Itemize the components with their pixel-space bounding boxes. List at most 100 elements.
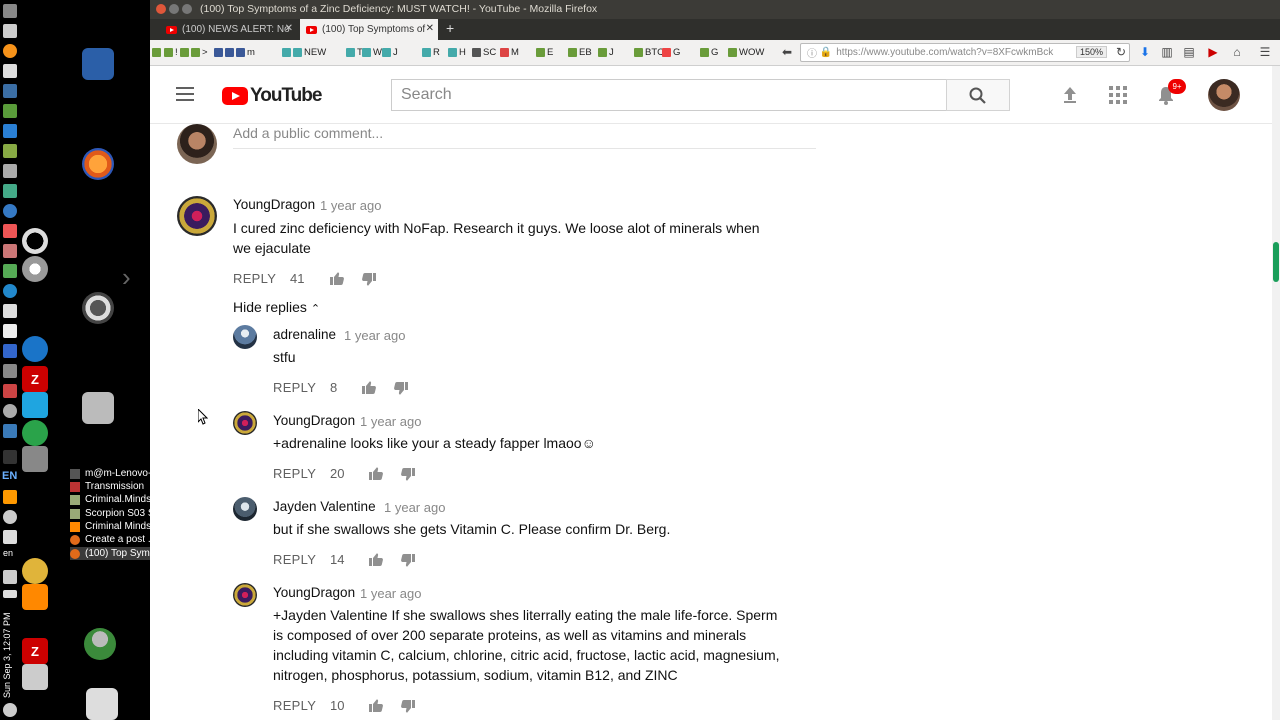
dogecoin-icon[interactable] [22,558,48,584]
scrollbar-thumb[interactable] [1273,242,1279,282]
reply-button[interactable]: REPLY [233,271,276,286]
bookmark[interactable]: ! [164,46,178,59]
url-bar[interactable]: ⓘ 🔒 https://www.youtube.com/watch?v=8XFc… [800,43,1130,62]
add-comment-input[interactable]: Add a public comment... [233,125,816,149]
home-icon[interactable]: ⌂ [1230,45,1244,59]
thumbs-down-icon[interactable] [400,467,416,483]
app-icon[interactable] [22,446,48,472]
bookmark[interactable]: G [662,46,680,59]
comment-author[interactable]: YoungDragon [233,197,315,212]
account-avatar[interactable] [1208,79,1240,111]
language-indicator[interactable]: en [3,548,13,558]
app-icon[interactable] [3,64,17,78]
search-button[interactable] [946,79,1010,111]
app-icon[interactable] [3,164,17,178]
vlc-icon[interactable] [22,584,48,610]
bookmark[interactable]: J [598,46,614,59]
close-window-button[interactable] [156,4,166,14]
app-icon[interactable] [3,264,17,278]
telegram-icon[interactable] [22,420,48,446]
reply-avatar[interactable] [233,497,257,521]
app-icon[interactable] [22,392,48,418]
sync-icon[interactable]: ▤ [1182,45,1196,59]
close-icon[interactable]: ✕ [426,23,434,34]
filezilla-icon[interactable]: Z [22,638,48,664]
reply-avatar[interactable] [233,411,257,435]
reply-author[interactable]: Jayden Valentine [273,499,376,514]
app-icon[interactable] [3,204,17,218]
thumbs-down-icon[interactable] [400,699,416,715]
youtube-bookmark-icon[interactable]: ▶ [1206,45,1220,59]
app-icon[interactable] [3,404,17,418]
app-icon[interactable] [3,490,17,504]
youtube-logo[interactable]: YouTube [222,85,322,107]
reply-time[interactable]: 1 year ago [344,328,405,343]
bookmark[interactable]: WOW [728,46,764,59]
thumbs-up-icon[interactable] [368,465,384,481]
atom-icon[interactable] [22,336,48,362]
app-icon[interactable] [3,304,17,318]
bookmark[interactable]: T [346,46,363,59]
bookmark[interactable]: SC [472,46,496,59]
ubuntu-icon[interactable] [82,292,114,324]
wifi-icon[interactable] [3,510,17,524]
bookmark[interactable]: W [362,46,382,59]
bookmark[interactable]: R [422,46,440,59]
reload-icon[interactable]: ↻ [1114,45,1128,59]
bookmark[interactable]: > [180,46,208,59]
bookmark[interactable]: EB [568,46,592,59]
firefox-icon[interactable] [82,148,114,180]
hamburger-menu-icon[interactable] [176,87,194,101]
writer-icon[interactable] [82,48,114,80]
comment-time[interactable]: 1 year ago [320,198,381,213]
app-icon[interactable] [3,144,17,158]
menu-icon[interactable]: ☰ [1258,45,1272,59]
reply-author[interactable]: YoungDragon [273,413,355,428]
user-icon[interactable] [84,628,116,660]
reply-author[interactable]: adrenaline [273,327,336,342]
keyboard-layout[interactable]: EN [2,470,17,482]
hide-replies-toggle[interactable]: Hide replies ⌃ [233,299,320,315]
tab-news-alert[interactable]: (100) NEWS ALERT: No ✕ [160,19,297,40]
minimize-window-button[interactable] [169,4,179,14]
thumbs-down-icon[interactable] [393,381,409,397]
trash-icon[interactable] [86,688,118,720]
reply-time[interactable]: 1 year ago [384,500,445,515]
thumbs-down-icon[interactable] [361,272,377,288]
reply-author[interactable]: YoungDragon [273,585,355,600]
upload-icon[interactable] [1060,85,1080,105]
app-icon[interactable] [22,256,48,282]
bookmark[interactable]: J [382,46,398,59]
volume-icon[interactable] [3,570,17,584]
thumbs-down-icon[interactable] [400,553,416,569]
app-icon[interactable] [3,224,17,238]
new-tab-button[interactable]: + [446,20,454,36]
app-icon[interactable] [3,530,17,544]
bluetooth-icon[interactable] [3,450,17,464]
reply-button[interactable]: REPLY [273,552,316,567]
reply-time[interactable]: 1 year ago [360,414,421,429]
app-icon[interactable] [3,4,17,18]
obs-icon[interactable] [22,228,48,254]
power-icon[interactable] [3,703,17,717]
back-icon[interactable]: ⬅ [780,45,794,59]
app-icon[interactable] [3,384,17,398]
filezilla-icon[interactable]: Z [22,366,48,392]
info-icon[interactable]: ⓘ [807,45,817,60]
apps-grid-icon[interactable] [1108,85,1128,105]
archive-icon[interactable] [82,392,114,424]
reply-button[interactable]: REPLY [273,380,316,395]
maximize-window-button[interactable] [182,4,192,14]
download-icon[interactable]: ⬇ [1138,45,1152,59]
thumbs-up-icon[interactable] [361,379,377,395]
search-input[interactable]: Search [391,79,947,111]
app-icon[interactable] [3,184,17,198]
library-icon[interactable]: ▥ [1160,45,1174,59]
bookmark[interactable]: m [214,46,255,59]
app-icon[interactable] [3,324,17,338]
bookmark[interactable]: M [500,46,519,59]
app-icon[interactable] [3,244,17,258]
reply-time[interactable]: 1 year ago [360,586,421,601]
thumbs-up-icon[interactable] [368,551,384,567]
app-icon[interactable] [3,124,17,138]
